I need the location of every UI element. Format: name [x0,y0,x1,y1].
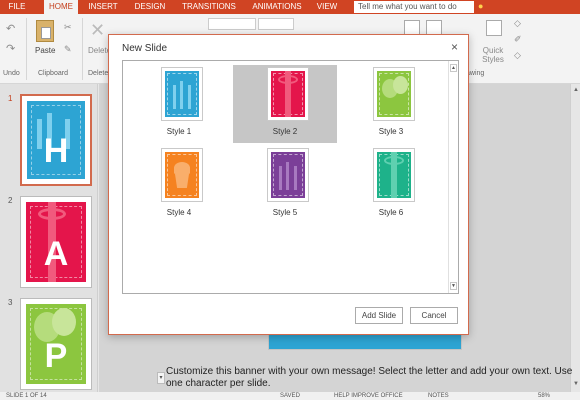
undo-icon[interactable]: ↶ [6,22,15,35]
tab-view[interactable]: VIEW [314,0,340,14]
thumbnail-number: 3 [8,298,13,307]
style-preview [373,148,415,202]
style-tile-2[interactable]: Style 2 [233,65,337,143]
style-label: Style 5 [272,208,298,217]
clipboard-group-label: Clipboard [38,70,68,77]
scroll-up-icon[interactable]: ▲ [572,86,580,94]
format-painter-icon[interactable]: ✎ [64,44,72,55]
font-name-box[interactable] [208,18,256,30]
quick-styles-button[interactable]: Quick Styles [478,46,508,64]
tab-insert[interactable]: INSERT [84,0,122,14]
style-gallery: Style 1 Style 2 Style 3 Style 4 Style 5 … [122,60,459,294]
tab-home[interactable]: HOME [44,0,78,14]
zoom-level[interactable]: 58% [538,392,550,400]
paste-icon[interactable] [36,20,54,42]
new-slide-dialog: New Slide × Style 1 Style 2 Style 3 Styl… [108,34,469,335]
thumbnail-card: H [27,101,85,179]
thumbnail-letter: A [43,235,69,273]
cancel-button[interactable]: Cancel [410,307,458,324]
notes-toggle[interactable]: NOTES [428,392,449,400]
redo-icon[interactable]: ↷ [6,42,15,55]
thumbnail-number: 1 [8,94,13,103]
style-label: Style 3 [378,127,404,136]
scroll-down-icon[interactable]: ▼ [450,282,457,290]
slide-thumbnail-3[interactable]: P [20,298,92,390]
ribbon-divider [82,18,83,80]
tab-animations[interactable]: ANIMATIONS [246,0,308,14]
notes-pane[interactable]: Customize this banner with your own mess… [166,366,578,390]
delete-icon[interactable]: ✕ [90,20,105,41]
shape-fill-icon[interactable]: ◇ [514,18,521,29]
style-label: Style 6 [378,208,404,217]
notes-collapse-icon[interactable]: ▾ [157,372,165,384]
scroll-up-icon[interactable]: ▲ [450,64,457,72]
tab-transitions[interactable]: TRANSITIONS [178,0,240,14]
thumbnail-card: A [26,202,86,282]
style-label: Style 4 [166,208,192,217]
style-tile-6[interactable]: Style 6 [339,146,443,224]
shape-outline-icon[interactable]: ✐ [514,34,522,45]
style-label: Style 2 [272,127,298,136]
style-preview [373,67,415,121]
help-improve-link[interactable]: HELP IMPROVE OFFICE [334,392,403,400]
thumbnail-card: P [26,304,86,384]
slide-counter: SLIDE 1 OF 14 [6,393,47,399]
thumbnail-letter: P [44,337,68,375]
status-bar: SLIDE 1 OF 14 SAVED HELP IMPROVE OFFICE … [0,392,580,400]
shape-effects-icon[interactable]: ◇ [514,50,521,61]
style-preview [267,148,309,202]
save-status: SAVED [280,393,300,399]
style-label: Style 1 [166,127,192,136]
ribbon-divider [26,18,27,80]
vertical-scrollbar[interactable]: ▲ ▼ [570,84,580,392]
cut-icon[interactable]: ✂ [64,22,72,33]
slide-thumbnail-2[interactable]: A [20,196,92,288]
tab-design[interactable]: DESIGN [130,0,170,14]
paste-button[interactable]: Paste [35,46,55,55]
close-icon[interactable]: × [451,40,458,54]
lightbulb-icon: ● [478,1,484,11]
style-preview [267,67,309,121]
style-tile-3[interactable]: Style 3 [339,65,443,143]
thumbnail-number: 2 [8,196,13,205]
font-size-box[interactable] [258,18,294,30]
gallery-scrollbar[interactable]: ▲ ▼ [448,61,458,293]
style-tile-5[interactable]: Style 5 [233,146,337,224]
tab-file[interactable]: FILE [0,0,34,14]
thumbnail-letter: H [43,132,69,170]
style-tile-1[interactable]: Style 1 [127,65,231,143]
style-tile-4[interactable]: Style 4 [127,146,231,224]
ribbon-tab-bar: FILE HOME INSERT DESIGN TRANSITIONS ANIM… [0,0,580,14]
add-slide-button[interactable]: Add Slide [355,307,403,324]
dialog-title: New Slide [122,43,168,54]
undo-group-label: Undo [3,70,20,77]
tell-me-search[interactable]: Tell me what you want to do [354,1,474,13]
style-preview [161,67,203,121]
quick-styles-icon[interactable] [486,20,502,36]
slide-thumbnail-panel: 1 H 2 A 3 P [0,84,98,392]
slide-thumbnail-1[interactable]: H [20,94,92,186]
delete-group-label: Delete [88,70,109,77]
style-preview [161,148,203,202]
